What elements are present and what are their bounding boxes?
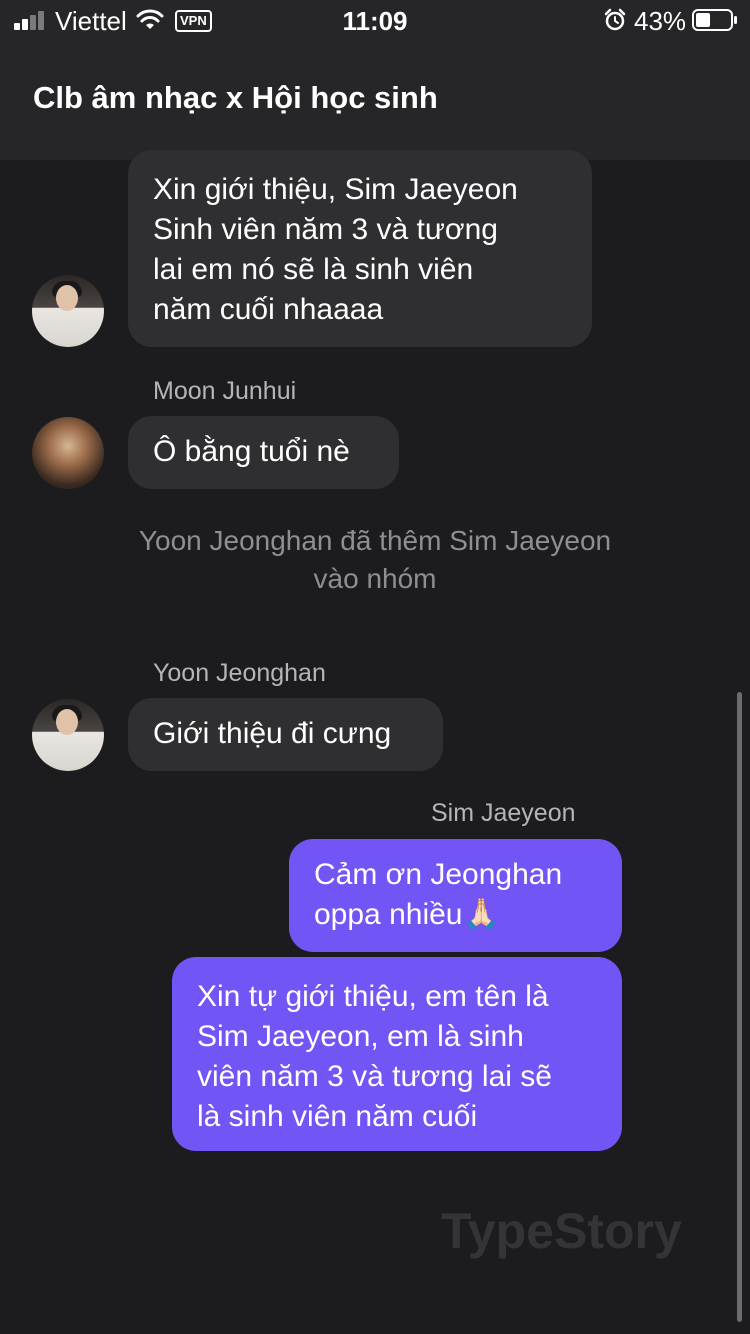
system-message: Yoon Jeonghan đã thêm Sim Jaeyeon vào nh… xyxy=(138,525,612,594)
alarm-icon xyxy=(604,8,626,31)
status-bar: Viettel VPN 11:09 43% xyxy=(0,0,750,44)
message-bubble[interactable]: Giới thiệu đi cưng xyxy=(128,698,443,771)
battery-percentage: 43% xyxy=(634,6,687,36)
sender-name: Yoon Jeonghan xyxy=(153,659,326,687)
scrollbar[interactable] xyxy=(737,692,742,1322)
avatar[interactable] xyxy=(32,275,104,347)
sender-name: Moon Junhui xyxy=(153,377,297,405)
message-bubble[interactable]: Xin giới thiệu, Sim Jaeyeon Sinh viên nă… xyxy=(128,150,592,347)
message-bubble-outgoing[interactable]: Xin tự giới thiệu, em tên là Sim Jaeyeon… xyxy=(172,957,622,1151)
sender-name: Sim Jaeyeon xyxy=(431,799,576,827)
avatar[interactable] xyxy=(32,417,104,489)
message-bubble[interactable]: Ô bằng tuổi nè xyxy=(128,416,399,489)
chat-header: Clb âm nhạc x Hội học sinh xyxy=(0,44,750,160)
avatar[interactable] xyxy=(32,699,104,771)
battery-icon xyxy=(692,9,737,31)
watermark: TypeStory xyxy=(441,1203,682,1259)
message-bubble-outgoing[interactable]: Cảm ơn Jeonghan oppa nhiều🙏🏻 xyxy=(289,839,622,952)
chat-title[interactable]: Clb âm nhạc x Hội học sinh xyxy=(33,80,438,116)
